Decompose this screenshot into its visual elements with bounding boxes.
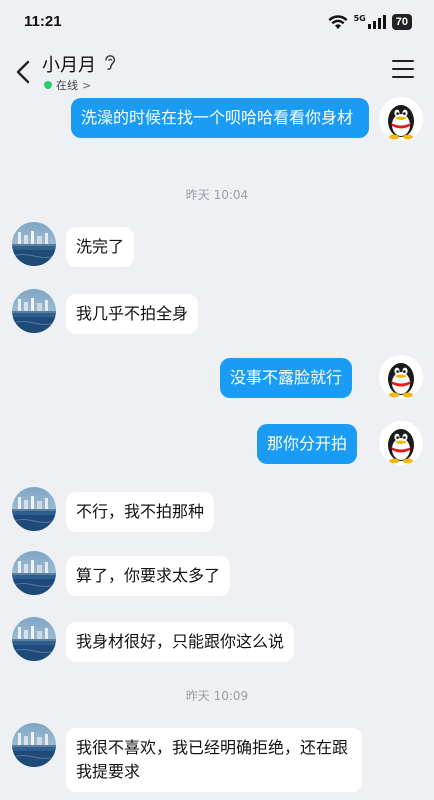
coastal-photo-avatar-image	[12, 487, 56, 531]
coastal-photo-avatar-image	[12, 723, 56, 767]
penguin-avatar-image	[379, 421, 423, 465]
status-icons: 5G 70	[328, 14, 412, 30]
wifi-icon	[328, 15, 348, 29]
message-bubble-incoming[interactable]: 算了，你要求太多了	[66, 556, 231, 596]
coastal-photo-avatar-image	[12, 222, 56, 266]
coastal-photo-avatar-image	[12, 289, 56, 333]
message-bubble-incoming[interactable]: 我很不喜欢，我已经明确拒绝，还在跟我提要求	[66, 728, 362, 792]
chat-header: 小月月 在线 >	[0, 46, 434, 102]
status-time: 11:21	[24, 13, 62, 30]
my-avatar[interactable]	[379, 421, 423, 465]
battery-indicator: 70	[391, 14, 412, 30]
penguin-avatar-image	[379, 97, 423, 141]
contact-avatar[interactable]	[12, 222, 56, 266]
message-bubble-outgoing[interactable]: 没事不露脸就行	[220, 358, 353, 398]
hamburger-menu-icon[interactable]	[392, 60, 414, 80]
online-status-text: 在线	[56, 79, 78, 92]
message-bubble-incoming[interactable]: 我身材很好，只能跟你这么说	[66, 622, 295, 662]
my-avatar[interactable]	[379, 97, 423, 141]
contact-avatar[interactable]	[12, 551, 56, 595]
ear-icon[interactable]	[103, 54, 117, 72]
contact-avatar[interactable]	[12, 289, 56, 333]
contact-avatar[interactable]	[12, 617, 56, 661]
status-bar: 11:21 5G 70	[0, 0, 434, 46]
coastal-photo-avatar-image	[12, 551, 56, 595]
contact-avatar[interactable]	[12, 723, 56, 767]
chevron-left-icon[interactable]	[12, 58, 36, 86]
contact-name[interactable]: 小月月	[42, 51, 96, 77]
contact-avatar[interactable]	[12, 487, 56, 531]
online-dot	[44, 81, 52, 89]
message-timestamp: 昨天 10:09	[185, 689, 249, 703]
message-bubble-incoming[interactable]: 我几乎不拍全身	[66, 294, 199, 334]
my-avatar[interactable]	[379, 355, 423, 399]
network-type-label: 5G	[353, 13, 366, 23]
message-timestamp: 昨天 10:04	[185, 188, 249, 202]
penguin-avatar-image	[379, 355, 423, 399]
message-bubble-outgoing[interactable]: 洗澡的时候在找一个呗哈哈看看你身材	[71, 98, 369, 138]
message-bubble-outgoing[interactable]: 那你分开拍	[257, 424, 358, 464]
signal-icon	[367, 15, 386, 29]
message-bubble-incoming[interactable]: 不行，我不拍那种	[66, 492, 215, 532]
message-bubble-incoming[interactable]: 洗完了	[66, 227, 135, 267]
online-status[interactable]: 在线 >	[44, 77, 91, 93]
status-chevron: >	[82, 78, 92, 92]
coastal-photo-avatar-image	[12, 617, 56, 661]
